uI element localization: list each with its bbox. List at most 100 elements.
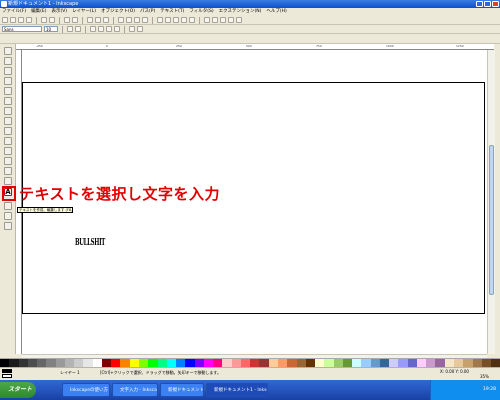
paint-bucket-tool-icon[interactable] [4, 167, 12, 175]
menu-bar: ファイル(F) 編集(E) 表示(V) レイヤー(L) オブジェクト(O) パス… [0, 8, 500, 16]
window-titlebar: 新規ドキュメント1 - Inkscape [0, 0, 500, 8]
toolbar-separator [85, 25, 86, 33]
menu-extensions[interactable]: エクステンション(N) [219, 8, 262, 16]
align-left-icon[interactable] [90, 26, 96, 32]
menu-edit[interactable]: 編集(E) [31, 8, 46, 16]
color-palette[interactable] [0, 358, 500, 367]
toolbar-separator [36, 16, 37, 24]
ruler-label: 250 [176, 44, 182, 48]
annotation-highlight-box [2, 186, 16, 201]
group-icon[interactable] [181, 17, 187, 23]
fill-indicator[interactable] [2, 369, 12, 373]
spray-tool-icon[interactable] [4, 177, 12, 185]
text-font-icon[interactable] [212, 17, 218, 23]
print-icon[interactable] [26, 17, 32, 23]
star-tool-icon[interactable] [4, 117, 12, 125]
calligraphy-tool-icon[interactable] [4, 157, 12, 165]
zoom-selection-icon[interactable] [118, 17, 124, 23]
undo-icon[interactable] [64, 17, 70, 23]
tweak-tool-icon[interactable] [4, 67, 12, 75]
vertical-scrollbar[interactable] [487, 50, 495, 354]
cut-icon[interactable] [95, 17, 101, 23]
clone-icon[interactable] [165, 17, 171, 23]
taskbar-item[interactable]: 新規ドキュメント [160, 383, 204, 397]
menu-view[interactable]: 表示(V) [51, 8, 67, 16]
font-family-field[interactable]: Sans [2, 26, 42, 32]
redo-icon[interactable] [72, 17, 78, 23]
stroke-indicator[interactable] [2, 374, 12, 378]
current-layer[interactable]: レイヤー 1 [60, 370, 80, 376]
new-document-icon[interactable] [2, 17, 8, 23]
ruler-label: 750 [316, 44, 322, 48]
paste-icon[interactable] [103, 17, 109, 23]
save-icon[interactable] [18, 17, 24, 23]
rectangle-tool-icon[interactable] [4, 87, 12, 95]
toolbar-separator [113, 16, 114, 24]
window-title: 新規ドキュメント1 - Inkscape [8, 1, 79, 7]
italic-icon[interactable] [75, 26, 81, 32]
menu-help[interactable]: ヘルプ(H) [266, 8, 286, 16]
duplicate-icon[interactable] [157, 17, 163, 23]
ruler-label: 1250 [456, 44, 464, 48]
taskbar-item[interactable]: 文字入力 - Inkscape [112, 383, 158, 397]
export-icon[interactable] [49, 17, 55, 23]
align-right-icon[interactable] [106, 26, 112, 32]
toolbar-separator [82, 16, 83, 24]
taskbar-item-active[interactable]: 新規ドキュメント1 - Inkscape [206, 383, 268, 397]
copy-icon[interactable] [87, 17, 93, 23]
horizontal-text-icon[interactable] [129, 26, 135, 32]
ruler-label: -250 [36, 44, 43, 48]
menu-text[interactable]: テキスト(T) [160, 8, 184, 16]
pencil-tool-icon[interactable] [4, 137, 12, 145]
taskbar-item[interactable]: Inkscapeの使い方 [62, 383, 110, 397]
toolbar-separator [199, 16, 200, 24]
canvas-text-object[interactable]: BULLSHIT [75, 238, 105, 248]
preferences-icon[interactable] [236, 17, 242, 23]
ellipse-tool-icon[interactable] [4, 107, 12, 115]
ruler-label: 0 [106, 44, 108, 48]
pen-tool-icon[interactable] [4, 147, 12, 155]
annotation-caption: テキストを選択し文字を入力 [19, 185, 221, 203]
cursor-coordinates: X: 0.00 Y: 0.00 [440, 369, 469, 374]
selector-tool-icon[interactable] [4, 47, 12, 55]
connector-tool-icon[interactable] [4, 222, 12, 230]
tool-controls-bar: Sans 10 [0, 25, 500, 34]
text-tool-tooltip: テキストを作成、編集します (F8, T) [17, 207, 73, 213]
maximize-button[interactable] [484, 1, 491, 7]
close-button[interactable] [492, 1, 499, 7]
commands-toolbar [0, 16, 500, 25]
3d-box-tool-icon[interactable] [4, 97, 12, 105]
menu-layer[interactable]: レイヤー(L) [72, 8, 96, 16]
zoom-tool-icon[interactable] [4, 77, 12, 85]
import-icon[interactable] [41, 17, 47, 23]
minimize-button[interactable] [476, 1, 483, 7]
menu-object[interactable]: オブジェクト(O) [101, 8, 135, 16]
bold-icon[interactable] [67, 26, 73, 32]
ruler-label: 1000 [386, 44, 394, 48]
dropper-tool-icon[interactable] [4, 212, 12, 220]
toolbar-separator [124, 25, 125, 33]
font-size-field[interactable]: 10 [44, 26, 58, 32]
menu-path[interactable]: パス(P) [140, 8, 155, 16]
fill-stroke-icon[interactable] [204, 17, 210, 23]
xml-editor-icon[interactable] [220, 17, 226, 23]
zoom-drawing-icon[interactable] [126, 17, 132, 23]
ungroup-icon[interactable] [189, 17, 195, 23]
menu-filters[interactable]: フィルタ(S) [189, 8, 213, 16]
align-icon[interactable] [228, 17, 234, 23]
zoom-width-icon[interactable] [142, 17, 148, 23]
unlink-clone-icon[interactable] [173, 17, 179, 23]
clock[interactable]: 19:28 [483, 387, 496, 392]
gradient-tool-icon[interactable] [4, 202, 12, 210]
vertical-text-icon[interactable] [137, 26, 143, 32]
spiral-tool-icon[interactable] [4, 127, 12, 135]
toolbar-separator [59, 16, 60, 24]
align-center-icon[interactable] [98, 26, 104, 32]
menu-file[interactable]: ファイル(F) [2, 8, 26, 16]
node-tool-icon[interactable] [4, 57, 12, 65]
zoom-page-icon[interactable] [134, 17, 140, 23]
open-icon[interactable] [10, 17, 16, 23]
start-button[interactable]: スタート [0, 382, 36, 398]
vertical-scroll-thumb[interactable] [489, 145, 494, 295]
justify-icon[interactable] [114, 26, 120, 32]
